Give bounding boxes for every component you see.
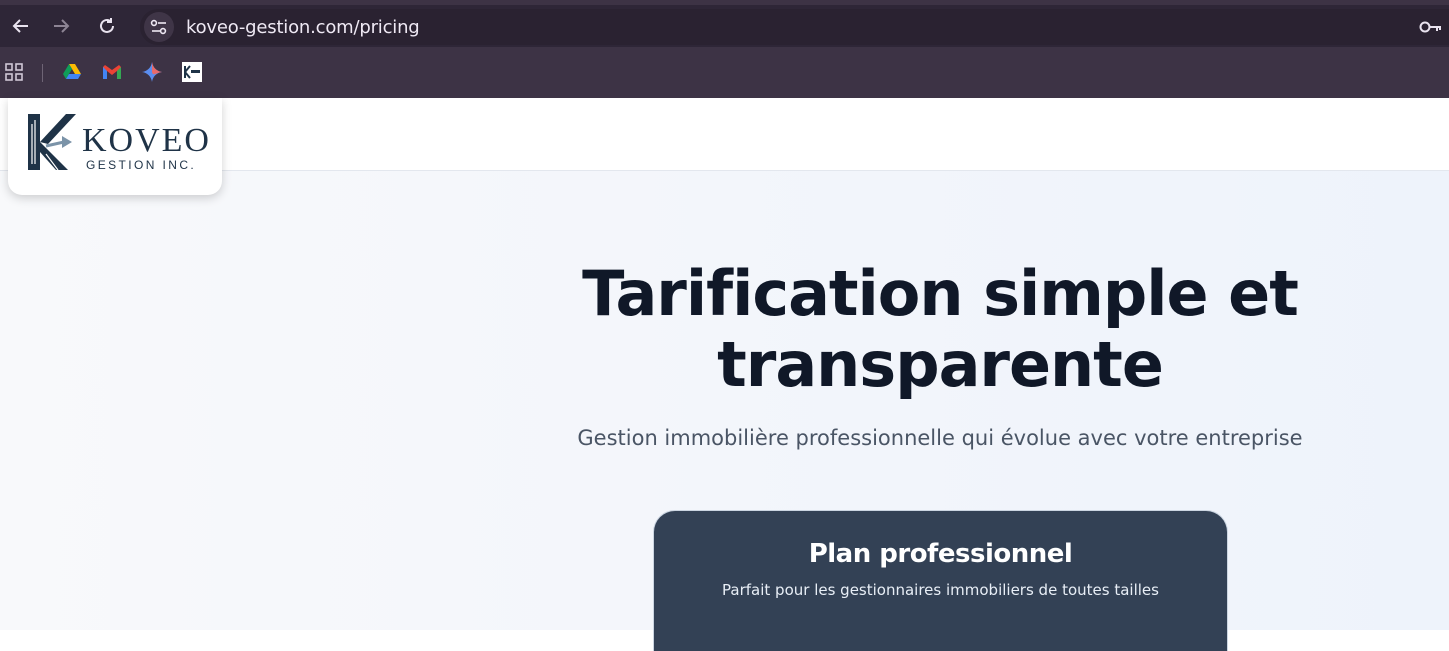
arrow-left-icon[interactable] <box>0 5 42 47</box>
plan-title: Plan professionnel <box>808 539 1073 569</box>
logo-subtitle: GESTION INC. <box>86 158 197 172</box>
site-info-icon[interactable] <box>144 12 174 42</box>
koveo-logo[interactable]: KOVEO GESTION INC. <box>8 98 222 195</box>
page-title: Tarification simple et transparente <box>582 257 1299 401</box>
google-drive-icon[interactable] <box>61 61 83 83</box>
address-bar[interactable]: koveo-gestion.com/pricing <box>140 9 1449 45</box>
browser-chrome: koveo-gestion.com/pricing <box>0 0 1449 98</box>
url-text[interactable]: koveo-gestion.com/pricing <box>186 17 420 38</box>
gmail-icon[interactable] <box>101 61 123 83</box>
koveo-bookmark-icon[interactable] <box>181 61 203 83</box>
bookmarks-bar <box>0 52 1449 92</box>
page-subtitle: Gestion immobilière professionnelle qui … <box>577 426 1303 450</box>
gemini-icon[interactable] <box>141 61 163 83</box>
apps-grid-icon[interactable] <box>3 61 25 83</box>
page-body: KOVEO GESTION INC. Tarification simple e… <box>0 98 1449 651</box>
plan-description: Parfait pour les gestionnaires immobilie… <box>722 581 1159 599</box>
koveo-k-mark-icon <box>28 114 76 171</box>
reload-icon[interactable] <box>86 5 128 47</box>
bookmark-separator <box>42 64 43 82</box>
browser-toolbar: koveo-gestion.com/pricing <box>0 5 1449 47</box>
password-key-icon[interactable] <box>1419 18 1443 36</box>
logo-wordmark: KOVEO <box>82 122 211 159</box>
arrow-right-icon[interactable] <box>40 5 82 47</box>
